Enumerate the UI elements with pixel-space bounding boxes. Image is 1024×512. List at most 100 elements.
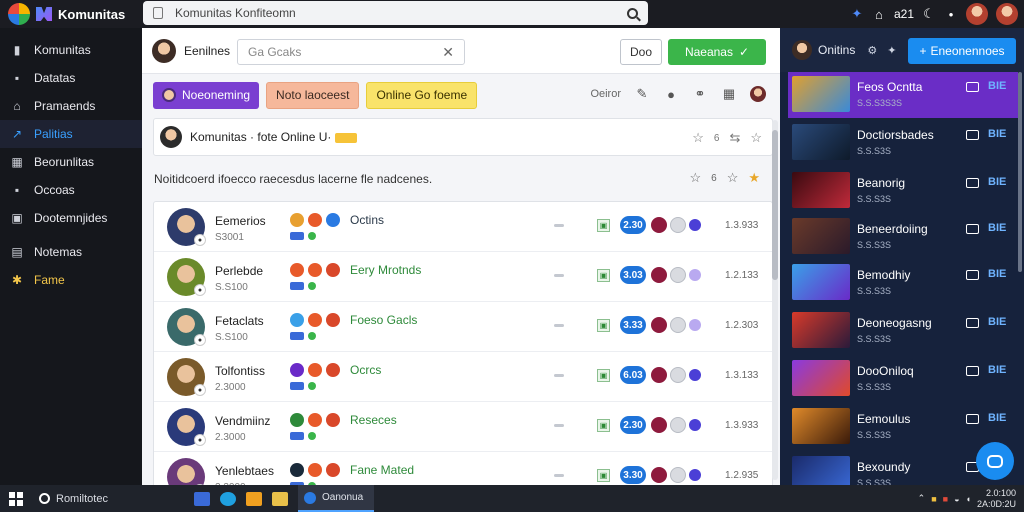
taskbar-active-app[interactable]: Oanonua: [298, 485, 374, 512]
taskbar-clock[interactable]: 2.0:100 2A:0D:2U: [977, 488, 1016, 510]
edge-icon[interactable]: [220, 491, 236, 506]
volume-icon[interactable]: ◖: [966, 494, 971, 504]
list-row[interactable]: ● Vendmiinz 2.3000 Reseces ▣ 2.30 1.3.933: [154, 402, 772, 452]
confirm-button[interactable]: Naeanas ✓: [668, 39, 766, 65]
avatar-circle-icon[interactable]: [651, 267, 667, 283]
game-list-item[interactable]: DooOniloq S.S.S3S BIE: [788, 356, 1024, 402]
doo-button[interactable]: Doo: [620, 39, 662, 65]
score-pill[interactable]: 3.33: [620, 316, 646, 334]
tray-app-icon-red[interactable]: ■: [943, 494, 948, 504]
sidebar-item-1[interactable]: ▪ Datatas: [0, 64, 142, 92]
taskbar-search[interactable]: Romiltotec: [39, 493, 184, 505]
wifi-icon[interactable]: ◒: [954, 494, 959, 504]
screen-icon[interactable]: [966, 130, 979, 140]
score-pill[interactable]: 2.30: [620, 416, 646, 434]
status-dot-icon[interactable]: [689, 319, 701, 331]
scroll-thumb[interactable]: [772, 130, 778, 280]
chat-button[interactable]: [976, 442, 1014, 480]
avatar-circle-icon[interactable]: [670, 267, 686, 283]
header-avatar[interactable]: [152, 38, 176, 63]
moon-icon[interactable]: ☾: [922, 6, 936, 21]
status-dot-icon[interactable]: [689, 469, 701, 481]
sidebar-item-0[interactable]: ▮ Komunitas: [0, 36, 142, 64]
filter-chip-purple[interactable]: Noeoneming: [153, 81, 260, 109]
clear-icon[interactable]: ✕: [442, 44, 454, 61]
game-list-item[interactable]: Bemodhiy S.S.S3S BIE: [788, 260, 1024, 306]
user-avatar[interactable]: [966, 3, 988, 25]
game-icon[interactable]: [308, 363, 322, 377]
sidebar-item-2[interactable]: ⌂ Pramaends: [0, 92, 142, 120]
store-icon[interactable]: [246, 491, 262, 506]
status-dot-icon[interactable]: [689, 369, 701, 381]
game-icon[interactable]: [308, 463, 322, 477]
pin-icon[interactable]: ✎: [634, 86, 650, 102]
list-row[interactable]: ● Eemerios S3001 Octins ▣ 2.30 1.3.933: [154, 202, 772, 252]
game-icon[interactable]: [326, 413, 340, 427]
main-scrollbar[interactable]: [772, 120, 778, 480]
filter-avatar[interactable]: [750, 86, 766, 102]
sidebar-item-5[interactable]: ▪ Occoas: [0, 176, 142, 204]
puzzle-icon[interactable]: ✦: [850, 6, 864, 21]
avatar-circle-icon[interactable]: [670, 417, 686, 433]
avatar-circle-icon[interactable]: [651, 467, 667, 483]
profile-avatar[interactable]: [996, 3, 1018, 25]
game-icon[interactable]: [290, 213, 304, 227]
task-view-icon[interactable]: [194, 491, 210, 506]
game-list-item[interactable]: Beanorig S.S.S3S BIE: [788, 168, 1024, 214]
status-square-icon[interactable]: ▣: [597, 319, 610, 332]
star-icon[interactable]: ☆: [750, 130, 762, 146]
right-panel-scrollbar[interactable]: [1018, 72, 1022, 272]
score-pill[interactable]: 3.03: [620, 266, 646, 284]
game-icon[interactable]: [290, 313, 304, 327]
game-icon[interactable]: [290, 413, 304, 427]
person-icon[interactable]: ●: [663, 86, 679, 102]
status-dot-icon[interactable]: [689, 269, 701, 281]
list-row[interactable]: ● Fetaclats S.S100 Foeso Gacls ▣ 3.33 1.2.303: [154, 302, 772, 352]
settings-icon[interactable]: ⚙: [867, 44, 877, 57]
game-list-item[interactable]: Beneerdoiing S.S.S3S BIE: [788, 214, 1024, 260]
address-search-bar[interactable]: Komunitas Konfiteomn: [143, 1, 648, 25]
sparkle-icon[interactable]: ✦: [887, 44, 896, 57]
trophy-icon[interactable]: ★: [748, 170, 760, 186]
list-row[interactable]: ● Tolfontiss 2.3000 Ocrcs ▣ 6.03 1.3.133: [154, 352, 772, 402]
link-icon[interactable]: ⚭: [692, 86, 708, 102]
right-panel-button[interactable]: + Eneonennoes: [908, 38, 1016, 64]
game-icon[interactable]: [326, 263, 340, 277]
screen-icon[interactable]: [966, 178, 979, 188]
avatar-circle-icon[interactable]: [651, 417, 667, 433]
avatar-circle-icon[interactable]: [670, 367, 686, 383]
score-pill[interactable]: 2.30: [620, 216, 646, 234]
status-dot-icon[interactable]: [689, 419, 701, 431]
post-card[interactable]: Komunitas · fote Online U· ☆ 6 ⇆ ☆: [153, 118, 773, 156]
status-square-icon[interactable]: ▣: [597, 469, 610, 482]
search-icon[interactable]: [627, 7, 638, 19]
home-icon[interactable]: ⌂: [872, 7, 886, 22]
screen-icon[interactable]: [966, 414, 979, 424]
tray-app-icon[interactable]: ■: [931, 494, 936, 504]
avatar-circle-icon[interactable]: [670, 467, 686, 483]
status-square-icon[interactable]: ▣: [597, 269, 610, 282]
game-icon[interactable]: [326, 213, 340, 227]
sidebar-item-7[interactable]: ▤ Notemas: [0, 238, 142, 266]
filter-chip-peach[interactable]: Noto laoceest: [266, 81, 360, 109]
screen-icon[interactable]: [966, 366, 979, 376]
game-icon[interactable]: [308, 213, 322, 227]
filter-chip-yellow[interactable]: Online Go foeme: [366, 81, 478, 109]
game-icon[interactable]: [290, 363, 304, 377]
game-icon[interactable]: [326, 313, 340, 327]
screen-icon[interactable]: [966, 318, 979, 328]
game-icon[interactable]: [308, 313, 322, 327]
avatar-circle-icon[interactable]: [670, 317, 686, 333]
screen-icon[interactable]: [966, 270, 979, 280]
score-pill[interactable]: 3.30: [620, 466, 646, 484]
chevron-up-icon[interactable]: ⌃: [918, 493, 926, 504]
sidebar-item-6[interactable]: ▣ Dootemnjides: [0, 204, 142, 232]
list-row[interactable]: ● Perlebde S.S100 Eery Mrotnds ▣ 3.03 1.2.133: [154, 252, 772, 302]
game-icon[interactable]: [290, 263, 304, 277]
avatar-circle-icon[interactable]: [651, 367, 667, 383]
sidebar-item-4[interactable]: ▦ Beorunlitas: [0, 148, 142, 176]
score-pill[interactable]: 6.03: [620, 366, 646, 384]
game-icon[interactable]: [290, 463, 304, 477]
status-square-icon[interactable]: ▣: [597, 369, 610, 382]
windows-start-icon[interactable]: [9, 491, 23, 506]
